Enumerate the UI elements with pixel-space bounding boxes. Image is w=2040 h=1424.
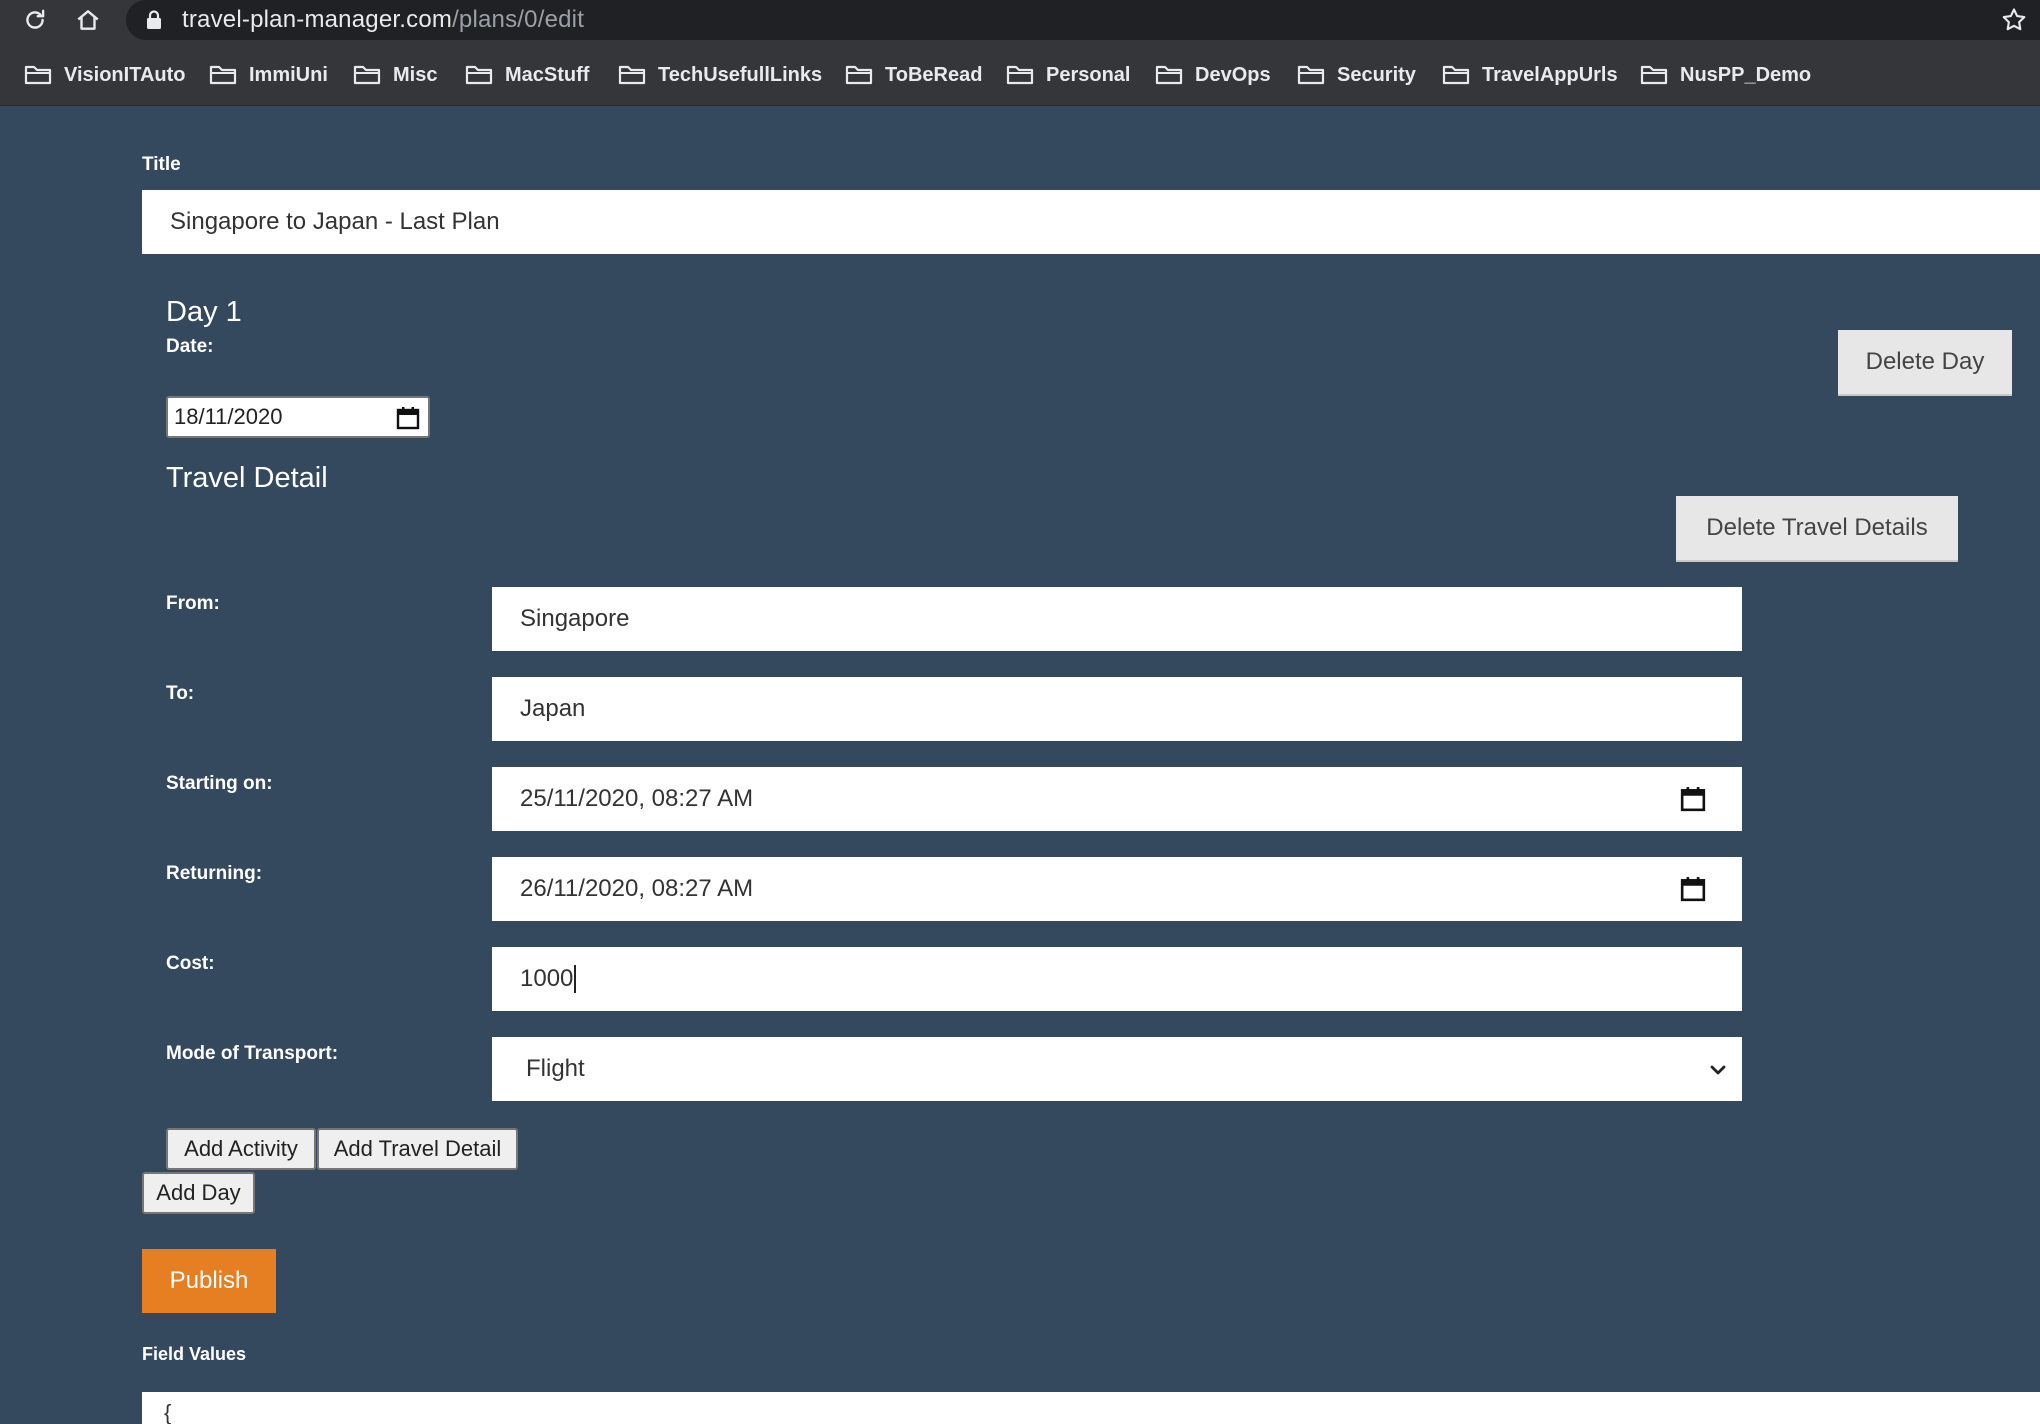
bookmark-label: Security [1337,63,1416,86]
folder-icon [1442,65,1470,85]
starting-on-label: Starting on: [166,773,273,794]
from-input[interactable]: Singapore [492,587,1742,651]
delete-travel-details-button[interactable]: Delete Travel Details [1676,496,1958,562]
transport-select[interactable]: Flight [492,1037,1742,1101]
bookmark-label: ImmiUni [249,63,328,86]
starting-on-value: 25/11/2020, 08:27 AM [520,785,754,812]
bookmark-label: TechUsefullLinks [658,63,823,86]
folder-icon [465,65,493,85]
url-host: travel-plan-manager.com [182,6,453,33]
cost-label: Cost: [166,953,215,974]
returning-input[interactable]: 26/11/2020, 08:27 AM [492,857,1742,921]
bookmark-label: DevOps [1195,63,1271,86]
folder-icon [1006,65,1034,85]
bookmark-label: NusPP_Demo [1680,63,1812,86]
folder-icon [1155,65,1183,85]
bookmark-label: VisionITAuto [64,63,186,86]
returning-value: 26/11/2020, 08:27 AM [520,875,754,902]
bookmark-folder[interactable]: Personal [1006,62,1130,88]
title-input[interactable]: Singapore to Japan - Last Plan [142,190,2040,254]
bookmark-folder[interactable]: VisionITAuto [24,62,185,88]
bookmark-folder[interactable]: TechUsefullLinks [618,62,822,88]
folder-icon [1640,65,1668,85]
bookmark-folder[interactable]: DevOps [1155,62,1271,88]
home-icon[interactable] [72,4,104,36]
transport-label: Mode of Transport: [166,1043,339,1064]
plan-edit-page: Title Singapore to Japan - Last Plan Day… [0,106,2040,1424]
calendar-icon[interactable] [1680,786,1706,812]
bookmark-folder[interactable]: MacStuff [465,62,589,88]
bookmark-folder[interactable]: ToBeRead [845,62,982,88]
address-bar[interactable]: travel-plan-manager.com/plans/0/edit [126,0,2040,40]
url-path: /plans/0/edit [452,6,585,33]
bookmark-folder[interactable]: TravelAppUrls [1442,62,1618,88]
cost-input[interactable]: 1000 [492,947,1742,1011]
day-heading: Day 1 [166,296,242,328]
calendar-icon[interactable] [396,406,420,430]
folder-icon [845,65,873,85]
bookmark-folder[interactable]: Misc [353,62,437,88]
add-day-button[interactable]: Add Day [142,1172,255,1214]
folder-icon [353,65,381,85]
bookmark-label: Personal [1046,63,1131,86]
folder-icon [209,65,237,85]
travel-detail-heading: Travel Detail [166,462,328,494]
cost-value: 1000 [520,965,574,992]
folder-icon [24,65,52,85]
from-label: From: [166,593,220,614]
transport-value: Flight [526,1055,585,1082]
bookmarks-bar: VisionITAuto ImmiUni Misc MacStuff TechU… [0,40,2040,106]
bookmark-folder[interactable]: ImmiUni [209,62,328,88]
publish-button[interactable]: Publish [142,1249,276,1313]
bookmark-label: TravelAppUrls [1482,63,1618,86]
text-cursor [574,965,577,993]
folder-icon [618,65,646,85]
bookmark-label: MacStuff [505,63,590,86]
title-label: Title [142,154,181,175]
chevron-down-icon [1708,1059,1728,1087]
delete-day-button[interactable]: Delete Day [1838,330,2012,396]
starting-on-input[interactable]: 25/11/2020, 08:27 AM [492,767,1742,831]
bookmark-folder[interactable]: Security [1297,62,1416,88]
bookmark-star-icon[interactable] [2000,6,2028,39]
to-label: To: [166,683,195,704]
add-activity-button[interactable]: Add Activity [166,1128,316,1170]
field-values-label: Field Values [142,1344,247,1364]
day-date-input[interactable]: 18/11/2020 [166,396,430,438]
lock-icon [146,10,162,35]
calendar-icon[interactable] [1680,876,1706,902]
returning-label: Returning: [166,863,263,884]
url-text: travel-plan-manager.com/plans/0/edit [182,6,584,34]
date-label: Date: [166,336,214,357]
browser-toolbar: travel-plan-manager.com/plans/0/edit [0,0,2040,40]
bookmark-label: ToBeRead [885,63,983,86]
add-travel-detail-button[interactable]: Add Travel Detail [317,1128,518,1170]
to-input[interactable]: Japan [492,677,1742,741]
bookmark-folder[interactable]: NusPP_Demo [1640,62,1811,88]
field-values-box: { [142,1392,2040,1424]
folder-icon [1297,65,1325,85]
bookmark-label: Misc [393,63,438,86]
reload-icon[interactable] [19,4,51,36]
day-date-value: 18/11/2020 [174,404,283,429]
